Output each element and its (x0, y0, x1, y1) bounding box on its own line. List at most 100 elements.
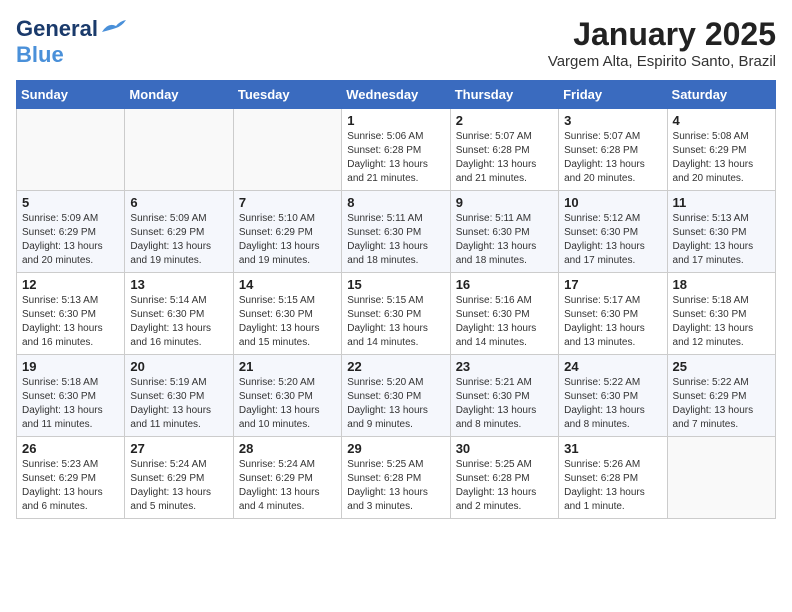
day-info: Sunrise: 5:15 AM Sunset: 6:30 PM Dayligh… (347, 294, 444, 350)
day-number: 21 (239, 359, 336, 374)
day-number: 7 (239, 195, 336, 210)
day-info: Sunrise: 5:07 AM Sunset: 6:28 PM Dayligh… (564, 130, 661, 186)
page-subtitle: Vargem Alta, Espirito Santo, Brazil (548, 53, 776, 70)
day-number: 30 (456, 441, 553, 456)
day-info: Sunrise: 5:19 AM Sunset: 6:30 PM Dayligh… (130, 376, 227, 432)
calendar-cell: 11 Sunrise: 5:13 AM Sunset: 6:30 PM Dayli… (667, 191, 775, 273)
day-info: Sunrise: 5:16 AM Sunset: 6:30 PM Dayligh… (456, 294, 553, 350)
page-title: January 2025 (548, 16, 776, 53)
day-info: Sunrise: 5:11 AM Sunset: 6:30 PM Dayligh… (456, 212, 553, 268)
calendar-cell: 1 Sunrise: 5:06 AM Sunset: 6:28 PM Daylig… (342, 109, 450, 191)
calendar-cell: 3 Sunrise: 5:07 AM Sunset: 6:28 PM Daylig… (559, 109, 667, 191)
calendar-header-row: SundayMondayTuesdayWednesdayThursdayFrid… (17, 81, 776, 109)
day-number: 20 (130, 359, 227, 374)
day-info: Sunrise: 5:11 AM Sunset: 6:30 PM Dayligh… (347, 212, 444, 268)
logo-general-text: General (16, 16, 98, 42)
day-number: 25 (673, 359, 770, 374)
day-info: Sunrise: 5:13 AM Sunset: 6:30 PM Dayligh… (22, 294, 119, 350)
calendar-cell: 23 Sunrise: 5:21 AM Sunset: 6:30 PM Dayli… (450, 355, 558, 437)
calendar-cell: 9 Sunrise: 5:11 AM Sunset: 6:30 PM Daylig… (450, 191, 558, 273)
calendar-cell: 12 Sunrise: 5:13 AM Sunset: 6:30 PM Dayli… (17, 273, 125, 355)
day-number: 10 (564, 195, 661, 210)
calendar-cell: 28Sunrise: 5:24 AM Sunset: 6:29 PM Dayli… (233, 437, 341, 519)
day-info: Sunrise: 5:24 AM Sunset: 6:29 PM Dayligh… (130, 458, 227, 514)
day-number: 11 (673, 195, 770, 210)
calendar-week-row: 12 Sunrise: 5:13 AM Sunset: 6:30 PM Dayli… (17, 273, 776, 355)
day-number: 17 (564, 277, 661, 292)
calendar-cell: 18 Sunrise: 5:18 AM Sunset: 6:30 PM Dayli… (667, 273, 775, 355)
day-number: 2 (456, 113, 553, 128)
logo: General Blue (16, 16, 126, 68)
calendar-cell: 6 Sunrise: 5:09 AM Sunset: 6:29 PM Daylig… (125, 191, 233, 273)
calendar-cell (17, 109, 125, 191)
day-number: 28 (239, 441, 336, 456)
calendar-cell (667, 437, 775, 519)
day-info: Sunrise: 5:20 AM Sunset: 6:30 PM Dayligh… (239, 376, 336, 432)
calendar-cell: 7 Sunrise: 5:10 AM Sunset: 6:29 PM Daylig… (233, 191, 341, 273)
day-number: 13 (130, 277, 227, 292)
day-info: Sunrise: 5:09 AM Sunset: 6:29 PM Dayligh… (22, 212, 119, 268)
day-number: 4 (673, 113, 770, 128)
calendar-cell: 27Sunrise: 5:24 AM Sunset: 6:29 PM Dayli… (125, 437, 233, 519)
day-number: 18 (673, 277, 770, 292)
calendar-cell: 4 Sunrise: 5:08 AM Sunset: 6:29 PM Daylig… (667, 109, 775, 191)
calendar-cell: 13 Sunrise: 5:14 AM Sunset: 6:30 PM Dayli… (125, 273, 233, 355)
calendar-cell: 29 Sunrise: 5:25 AM Sunset: 6:28 PM Dayli… (342, 437, 450, 519)
calendar-day-header: Monday (125, 81, 233, 109)
calendar-week-row: 1 Sunrise: 5:06 AM Sunset: 6:28 PM Daylig… (17, 109, 776, 191)
calendar-cell: 8 Sunrise: 5:11 AM Sunset: 6:30 PM Daylig… (342, 191, 450, 273)
day-info: Sunrise: 5:13 AM Sunset: 6:30 PM Dayligh… (673, 212, 770, 268)
day-info: Sunrise: 5:08 AM Sunset: 6:29 PM Dayligh… (673, 130, 770, 186)
calendar-day-header: Friday (559, 81, 667, 109)
calendar-cell: 20 Sunrise: 5:19 AM Sunset: 6:30 PM Dayli… (125, 355, 233, 437)
page-header: General Blue January 2025 Vargem Alta, E… (16, 16, 776, 70)
calendar-cell: 16 Sunrise: 5:16 AM Sunset: 6:30 PM Dayli… (450, 273, 558, 355)
day-number: 1 (347, 113, 444, 128)
calendar-cell (125, 109, 233, 191)
calendar-day-header: Wednesday (342, 81, 450, 109)
calendar-cell: 5Sunrise: 5:09 AM Sunset: 6:29 PM Daylig… (17, 191, 125, 273)
day-number: 31 (564, 441, 661, 456)
day-number: 19 (22, 359, 119, 374)
day-info: Sunrise: 5:18 AM Sunset: 6:30 PM Dayligh… (22, 376, 119, 432)
day-number: 29 (347, 441, 444, 456)
day-info: Sunrise: 5:07 AM Sunset: 6:28 PM Dayligh… (456, 130, 553, 186)
day-info: Sunrise: 5:17 AM Sunset: 6:30 PM Dayligh… (564, 294, 661, 350)
day-number: 12 (22, 277, 119, 292)
day-info: Sunrise: 5:14 AM Sunset: 6:30 PM Dayligh… (130, 294, 227, 350)
calendar-week-row: 19 Sunrise: 5:18 AM Sunset: 6:30 PM Dayli… (17, 355, 776, 437)
day-number: 3 (564, 113, 661, 128)
day-info: Sunrise: 5:22 AM Sunset: 6:29 PM Dayligh… (673, 376, 770, 432)
day-info: Sunrise: 5:09 AM Sunset: 6:29 PM Dayligh… (130, 212, 227, 268)
day-number: 22 (347, 359, 444, 374)
calendar-cell: 30Sunrise: 5:25 AM Sunset: 6:28 PM Dayli… (450, 437, 558, 519)
day-number: 16 (456, 277, 553, 292)
day-number: 8 (347, 195, 444, 210)
calendar-table: SundayMondayTuesdayWednesdayThursdayFrid… (16, 80, 776, 519)
day-info: Sunrise: 5:21 AM Sunset: 6:30 PM Dayligh… (456, 376, 553, 432)
day-info: Sunrise: 5:25 AM Sunset: 6:28 PM Dayligh… (347, 458, 444, 514)
calendar-cell: 31 Sunrise: 5:26 AM Sunset: 6:28 PM Dayli… (559, 437, 667, 519)
day-number: 14 (239, 277, 336, 292)
day-info: Sunrise: 5:26 AM Sunset: 6:28 PM Dayligh… (564, 458, 661, 514)
calendar-cell: 10Sunrise: 5:12 AM Sunset: 6:30 PM Dayli… (559, 191, 667, 273)
day-number: 23 (456, 359, 553, 374)
day-info: Sunrise: 5:06 AM Sunset: 6:28 PM Dayligh… (347, 130, 444, 186)
day-number: 15 (347, 277, 444, 292)
calendar-cell: 19 Sunrise: 5:18 AM Sunset: 6:30 PM Dayli… (17, 355, 125, 437)
calendar-day-header: Sunday (17, 81, 125, 109)
calendar-cell: 22 Sunrise: 5:20 AM Sunset: 6:30 PM Dayli… (342, 355, 450, 437)
calendar-day-header: Saturday (667, 81, 775, 109)
day-info: Sunrise: 5:22 AM Sunset: 6:30 PM Dayligh… (564, 376, 661, 432)
day-number: 6 (130, 195, 227, 210)
day-number: 9 (456, 195, 553, 210)
calendar-cell: 15 Sunrise: 5:15 AM Sunset: 6:30 PM Dayli… (342, 273, 450, 355)
day-number: 24 (564, 359, 661, 374)
day-info: Sunrise: 5:18 AM Sunset: 6:30 PM Dayligh… (673, 294, 770, 350)
day-info: Sunrise: 5:20 AM Sunset: 6:30 PM Dayligh… (347, 376, 444, 432)
day-info: Sunrise: 5:10 AM Sunset: 6:29 PM Dayligh… (239, 212, 336, 268)
logo-blue-text: Blue (16, 42, 64, 67)
calendar-week-row: 5Sunrise: 5:09 AM Sunset: 6:29 PM Daylig… (17, 191, 776, 273)
calendar-cell (233, 109, 341, 191)
day-info: Sunrise: 5:15 AM Sunset: 6:30 PM Dayligh… (239, 294, 336, 350)
